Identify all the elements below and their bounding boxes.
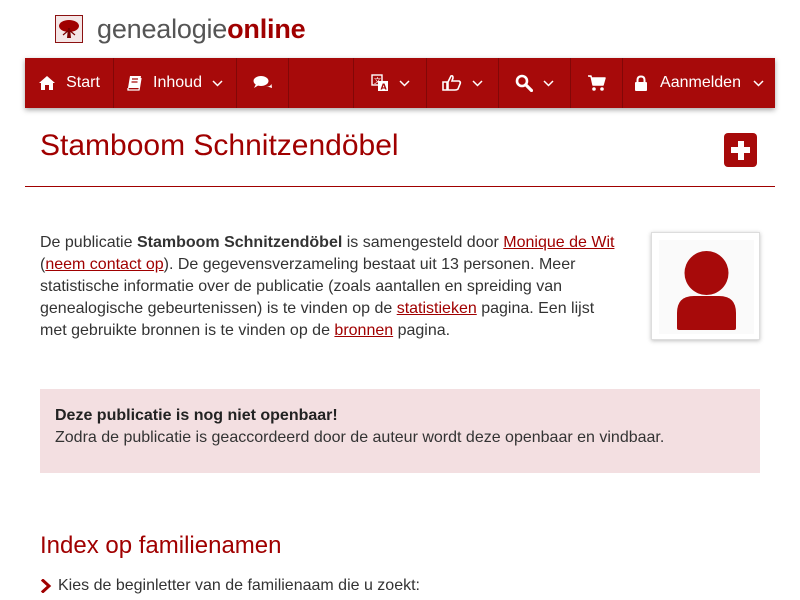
title-divider [25, 186, 775, 187]
chevron-down-icon [543, 79, 554, 87]
desc-text-2: is samengesteld door [342, 234, 504, 251]
nav-start-label: Start [66, 74, 100, 91]
tree-logo-icon [55, 15, 83, 43]
nav-language[interactable]: 文 A [354, 58, 427, 108]
index-instruction-text: Kies de beginletter van de familienaam d… [58, 577, 420, 594]
nav-start[interactable]: Start [25, 58, 114, 108]
nav-social[interactable] [427, 58, 499, 108]
language-icon: 文 A [370, 74, 388, 92]
publication-name: Stamboom Schnitzendöbel [136, 234, 343, 251]
chevron-down-icon [753, 79, 764, 87]
sources-link[interactable]: bronnen [334, 322, 393, 339]
search-icon [515, 74, 533, 92]
nav-inhoud-label: Inhoud [153, 74, 202, 91]
desc-text-6: pagina. [393, 322, 451, 339]
chevron-right-icon [40, 579, 52, 593]
not-public-alert: Deze publicatie is nog niet openbaar! Zo… [40, 389, 760, 473]
contact-link[interactable]: neem contact op [45, 256, 163, 273]
nav-search[interactable] [499, 58, 571, 108]
book-icon [127, 76, 142, 91]
nav-forum[interactable] [237, 58, 289, 108]
plus-icon[interactable] [724, 133, 757, 167]
nav-login[interactable]: Aanmelden [623, 58, 775, 108]
index-title: Index op familienamen [40, 532, 282, 559]
alert-body: Zodra de publicatie is geaccordeerd door… [55, 429, 665, 446]
nav-spacer [289, 58, 354, 108]
statistics-link[interactable]: statistieken [397, 300, 477, 317]
logo-wordmark: genealogieonline [97, 14, 306, 44]
thumbs-up-icon [442, 74, 462, 91]
chevron-down-icon [472, 79, 483, 87]
alert-heading: Deze publicatie is nog niet openbaar! [55, 407, 338, 424]
svg-text:A: A [380, 83, 387, 92]
page-title: Stamboom Schnitzendöbel [40, 129, 399, 162]
avatar[interactable] [651, 232, 760, 340]
lock-icon [635, 74, 648, 91]
nav-login-label: Aanmelden [660, 74, 741, 91]
logo-part-2: online [227, 14, 306, 44]
user-icon [677, 251, 736, 330]
nav-cart[interactable] [571, 58, 623, 108]
chevron-down-icon [212, 79, 223, 87]
desc-text-1: De publicatie [40, 234, 137, 251]
publication-description: De publicatie Stamboom Schnitzendöbel is… [40, 232, 625, 342]
logo-part-1: genealogie [97, 14, 228, 44]
cart-icon [587, 75, 606, 91]
nav-inhoud[interactable]: Inhoud [114, 58, 237, 108]
site-logo[interactable]: genealogieonline [55, 14, 306, 44]
main-navbar: Start Inhoud 文 A Aanmelden [25, 58, 775, 108]
home-icon [39, 76, 56, 90]
index-instruction: Kies de beginletter van de familienaam d… [40, 575, 420, 597]
comments-icon [253, 76, 272, 88]
author-link[interactable]: Monique de Wit [503, 234, 614, 251]
chevron-down-icon [398, 79, 410, 87]
